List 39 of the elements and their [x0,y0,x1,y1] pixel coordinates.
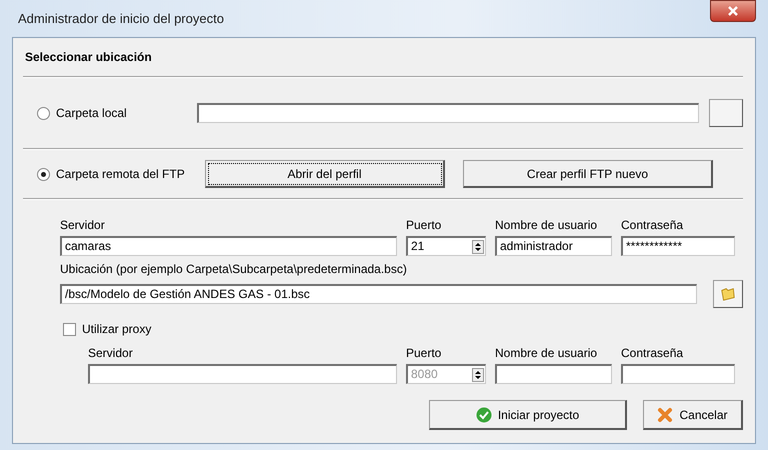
field-label: Puerto [406,218,442,233]
cross-icon [657,406,674,422]
proxy-password-field[interactable] [621,364,735,384]
option-label: Carpeta remota del FTP [56,167,185,181]
cancel-button[interactable]: Cancelar [643,400,743,430]
field-label: Contraseña [621,346,684,361]
start-button[interactable]: Iniciar proyecto [429,400,627,430]
port-spinner[interactable]: 21 [406,236,486,256]
field-label: Puerto [406,346,442,361]
username-field[interactable]: administrador [495,236,612,256]
field-label: Servidor [60,218,106,233]
option-label: Carpeta local [56,106,127,120]
field-label: Nombre de usuario [495,218,598,233]
proxy-server-field[interactable] [88,364,397,384]
check-icon [476,406,492,422]
radio-button[interactable] [37,168,50,180]
proxy-username-field[interactable] [495,364,612,384]
field-label: Servidor [88,346,134,361]
radio-button[interactable] [37,106,50,120]
checkbox-label: Utilizar proxy [82,322,152,336]
checkbox[interactable] [63,322,76,336]
server-field[interactable]: camaras [60,236,397,256]
close-button[interactable] [710,0,756,22]
spin-arrows-icon [472,240,484,254]
spin-arrows-icon [472,368,484,382]
path-field[interactable] [197,103,699,123]
field-label: Contraseña [621,218,684,233]
folder-icon [720,286,736,302]
field-label: Nombre de usuario [495,346,598,361]
browse-button[interactable] [709,99,743,127]
close-icon [727,6,739,16]
location-field[interactable]: /bsc/Modelo de Gestión ANDES GAS - 01.bsc [60,284,697,304]
section-title: Seleccionar ubicación [24,49,153,66]
password-field[interactable]: ************ [621,236,735,256]
window-title: Administrador de inicio del proyecto [18,11,224,26]
profile-button[interactable]: Crear perfil FTP nuevo [463,160,713,188]
profile-button[interactable]: Abrir del perfil [205,160,445,188]
field-label: Ubicación (por ejemplo Carpeta\Subcarpeta\predeterminada.bsc) [60,262,408,277]
folder-button[interactable] [713,280,743,308]
